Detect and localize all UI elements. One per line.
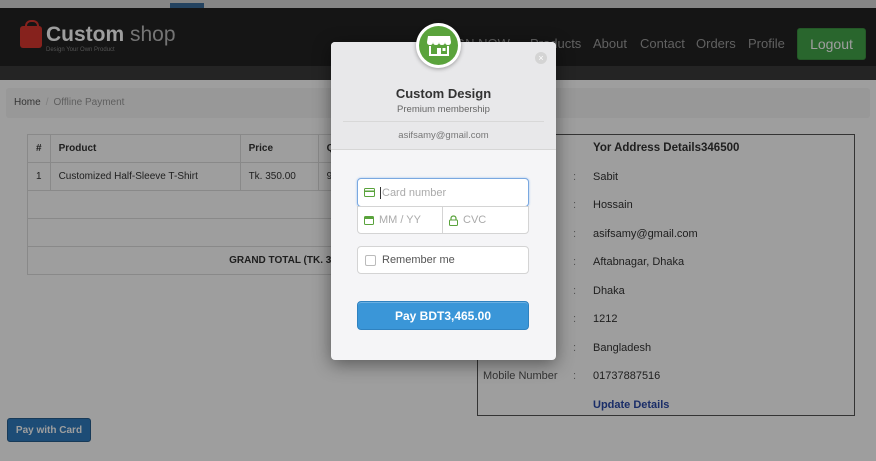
storefront-icon xyxy=(416,23,461,68)
modal-email: asifsamy@gmail.com xyxy=(398,130,489,141)
lock-icon xyxy=(449,214,458,226)
card-number-field[interactable]: Card number xyxy=(357,178,529,207)
remember-me-toggle[interactable]: Remember me xyxy=(357,246,529,274)
credit-card-icon xyxy=(364,188,375,197)
card-number-placeholder: Card number xyxy=(382,186,447,199)
remember-me-checkbox[interactable] xyxy=(365,254,376,266)
remember-me-label: Remember me xyxy=(382,254,455,266)
modal-title: Custom Design xyxy=(395,86,492,101)
calendar-icon xyxy=(364,215,374,225)
expiry-field[interactable]: MM / YY xyxy=(357,206,443,234)
modal-divider xyxy=(343,121,544,122)
modal-subtitle: Premium membership xyxy=(397,104,490,115)
expiry-placeholder: MM / YY xyxy=(379,214,421,226)
payment-modal: × Custom Design Premium membership asifs… xyxy=(331,23,556,360)
text-caret xyxy=(380,186,381,199)
cvc-placeholder: CVC xyxy=(463,214,487,226)
modal-header: × Custom Design Premium membership asifs… xyxy=(331,23,556,150)
close-icon[interactable]: × xyxy=(535,52,547,64)
pay-button[interactable]: Pay BDT3,465.00 xyxy=(357,301,529,330)
cvc-field[interactable]: CVC xyxy=(442,206,529,234)
